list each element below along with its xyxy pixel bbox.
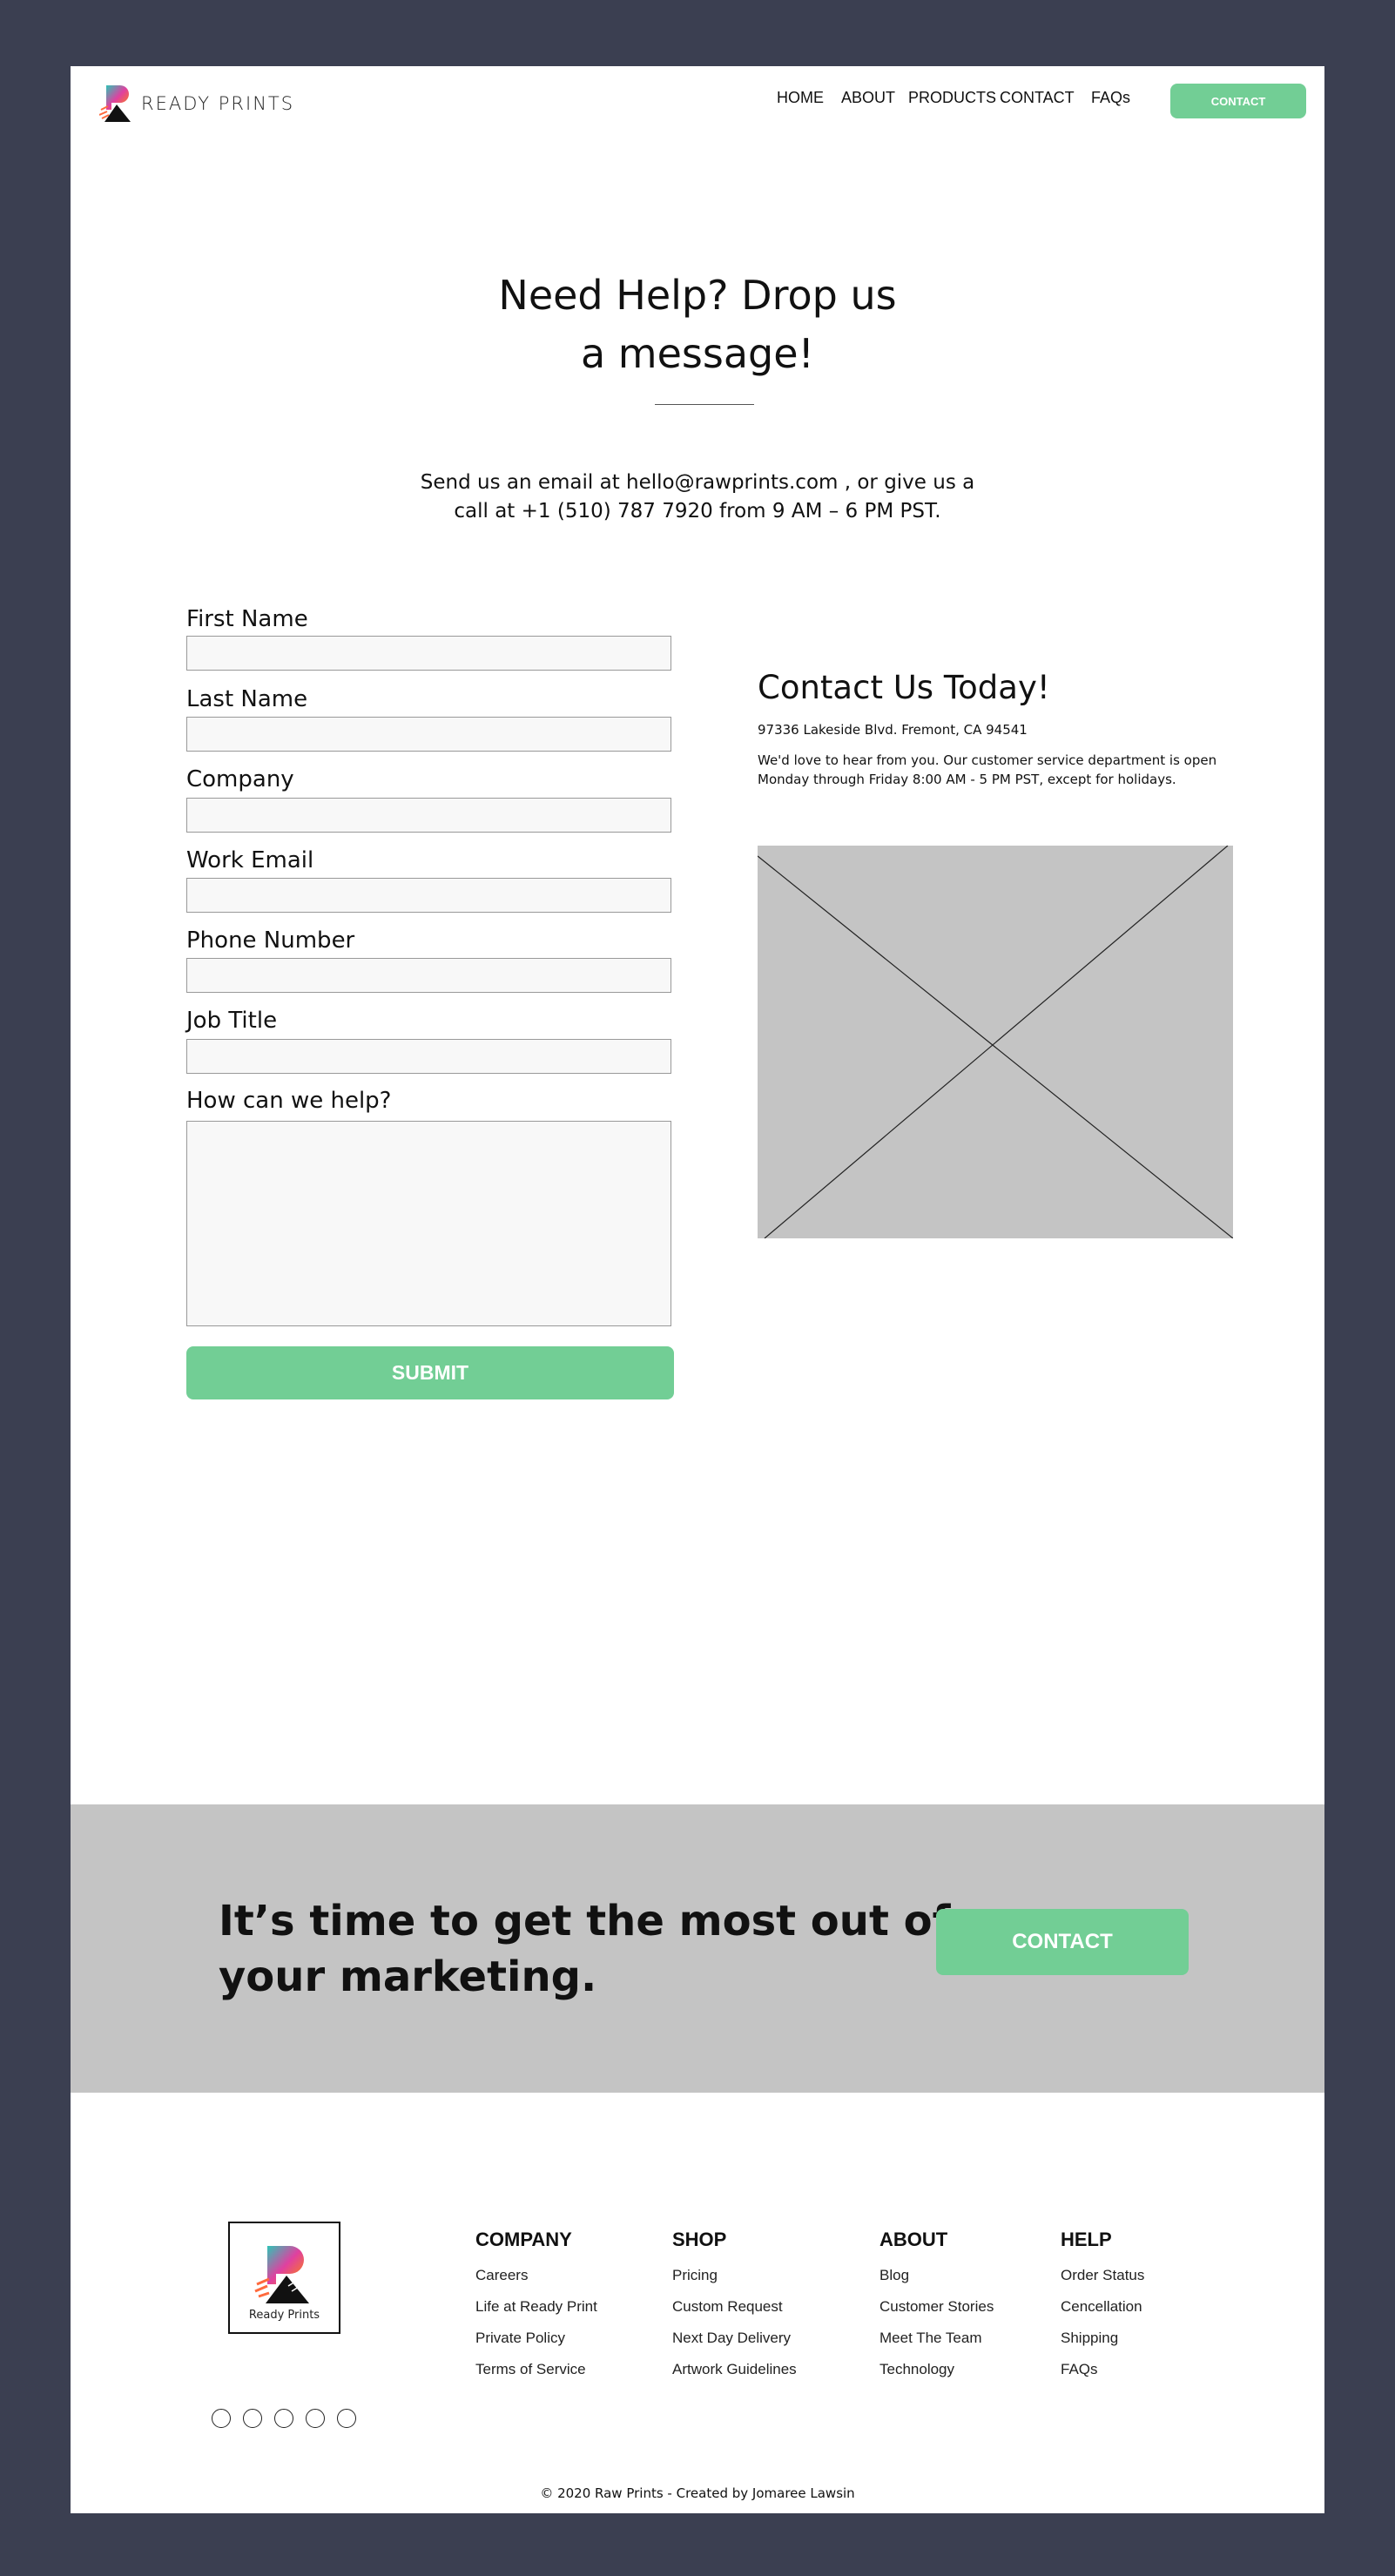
- contact-address: 97336 Lakeside Blvd. Fremont, CA 94541: [758, 722, 1028, 738]
- banner-contact-button[interactable]: CONTACT: [936, 1909, 1189, 1975]
- footer-link-next-day-delivery[interactable]: Next Day Delivery: [672, 2330, 797, 2347]
- job-title-label: Job Title: [186, 1008, 278, 1034]
- title-divider: [655, 404, 754, 405]
- footer-link-life-at-ready-print[interactable]: Life at Ready Print: [475, 2298, 597, 2316]
- footer-link-technology[interactable]: Technology: [879, 2361, 994, 2378]
- subtitle-line-1: Send us an email at hello@rawprints.com …: [420, 471, 975, 494]
- footer-column-title: HELP: [1061, 2229, 1112, 2250]
- nav-contact[interactable]: CONTACT: [1000, 89, 1075, 107]
- contact-info-title: Contact Us Today!: [758, 669, 1050, 706]
- banner-heading: It’s time to get the most out of your ma…: [219, 1893, 950, 2005]
- phone-number-label: Phone Number: [186, 927, 355, 954]
- nav-home[interactable]: HOME: [777, 89, 824, 107]
- banner-heading-line-2: your marketing.: [219, 1952, 597, 2001]
- page: READY PRINTS HOME ABOUT PRODUCTS CONTACT…: [71, 66, 1324, 2513]
- help-message-label: How can we help?: [186, 1088, 392, 1114]
- footer-link-order-status[interactable]: Order Status: [1061, 2267, 1144, 2284]
- map-image-placeholder: [758, 846, 1233, 1238]
- copyright: © 2020 Raw Prints - Created by Jomaree L…: [540, 2485, 855, 2501]
- last-name-label: Last Name: [186, 686, 308, 712]
- logo-icon: [99, 85, 131, 122]
- brand-name: READY PRINTS: [141, 93, 295, 114]
- page-subtitle: Send us an email at hello@rawprints.com …: [71, 469, 1324, 526]
- help-message-textarea[interactable]: [186, 1121, 671, 1326]
- footer-link-shipping[interactable]: Shipping: [1061, 2330, 1144, 2347]
- last-name-input[interactable]: [186, 717, 671, 752]
- first-name-input[interactable]: [186, 636, 671, 671]
- nav-faqs[interactable]: FAQs: [1091, 89, 1130, 107]
- social-links: [212, 2409, 368, 2428]
- submit-button[interactable]: SUBMIT: [186, 1346, 674, 1399]
- footer-link-blog[interactable]: Blog: [879, 2267, 994, 2284]
- social-icon-5[interactable]: [337, 2409, 356, 2428]
- footer-column-company: COMPANY Careers Life at Ready Print Priv…: [475, 2229, 597, 2392]
- page-title: Need Help? Drop us a message!: [71, 266, 1324, 383]
- page-title-line-1: Need Help? Drop us: [498, 272, 897, 319]
- company-label: Company: [186, 766, 294, 792]
- footer-link-private-policy[interactable]: Private Policy: [475, 2330, 597, 2347]
- footer-link-custom-request[interactable]: Custom Request: [672, 2298, 797, 2316]
- footer-link-cancellation[interactable]: Cencellation: [1061, 2298, 1144, 2316]
- phone-number-input[interactable]: [186, 958, 671, 993]
- social-icon-4[interactable]: [306, 2409, 325, 2428]
- footer-column-title: COMPANY: [475, 2229, 572, 2250]
- footer-link-terms-of-service[interactable]: Terms of Service: [475, 2361, 597, 2378]
- banner-heading-line-1: It’s time to get the most out of: [219, 1897, 951, 1945]
- first-name-label: First Name: [186, 606, 308, 632]
- contact-description-line-2: Monday through Friday 8:00 AM - 5 PM PST…: [758, 772, 1176, 787]
- brand-logo[interactable]: READY PRINTS: [99, 82, 294, 125]
- footer-link-careers[interactable]: Careers: [475, 2267, 597, 2284]
- contact-description: We'd love to hear from you. Our customer…: [758, 751, 1245, 789]
- contact-description-line-1: We'd love to hear from you. Our customer…: [758, 752, 1217, 768]
- footer-logo[interactable]: Ready Prints: [228, 2222, 340, 2334]
- cta-banner: It’s time to get the most out of your ma…: [71, 1804, 1324, 2093]
- footer-column-title: ABOUT: [879, 2229, 948, 2250]
- social-icon-2[interactable]: [243, 2409, 262, 2428]
- company-input[interactable]: [186, 798, 671, 833]
- nav-about[interactable]: ABOUT: [841, 89, 895, 107]
- footer-link-meet-the-team[interactable]: Meet The Team: [879, 2330, 994, 2347]
- footer-column-about: ABOUT Blog Customer Stories Meet The Tea…: [879, 2229, 994, 2392]
- subtitle-line-2: call at +1 (510) 787 7920 from 9 AM – 6 …: [454, 500, 941, 523]
- footer-link-faqs[interactable]: FAQs: [1061, 2361, 1144, 2378]
- header-contact-button[interactable]: CONTACT: [1170, 84, 1306, 118]
- work-email-input[interactable]: [186, 878, 671, 913]
- work-email-label: Work Email: [186, 847, 314, 873]
- social-icon-3[interactable]: [274, 2409, 293, 2428]
- footer-column-title: SHOP: [672, 2229, 727, 2250]
- social-icon-1[interactable]: [212, 2409, 231, 2428]
- footer-column-help: HELP Order Status Cencellation Shipping …: [1061, 2229, 1144, 2392]
- footer-logo-icon: [254, 2246, 309, 2303]
- footer-link-pricing[interactable]: Pricing: [672, 2267, 797, 2284]
- footer-link-artwork-guidelines[interactable]: Artwork Guidelines: [672, 2361, 797, 2378]
- page-title-line-2: a message!: [581, 330, 814, 377]
- nav-products[interactable]: PRODUCTS: [908, 89, 996, 107]
- job-title-input[interactable]: [186, 1039, 671, 1074]
- footer-column-shop: SHOP Pricing Custom Request Next Day Del…: [672, 2229, 797, 2392]
- footer-link-customer-stories[interactable]: Customer Stories: [879, 2298, 994, 2316]
- footer-logo-text: Ready Prints: [248, 2309, 320, 2322]
